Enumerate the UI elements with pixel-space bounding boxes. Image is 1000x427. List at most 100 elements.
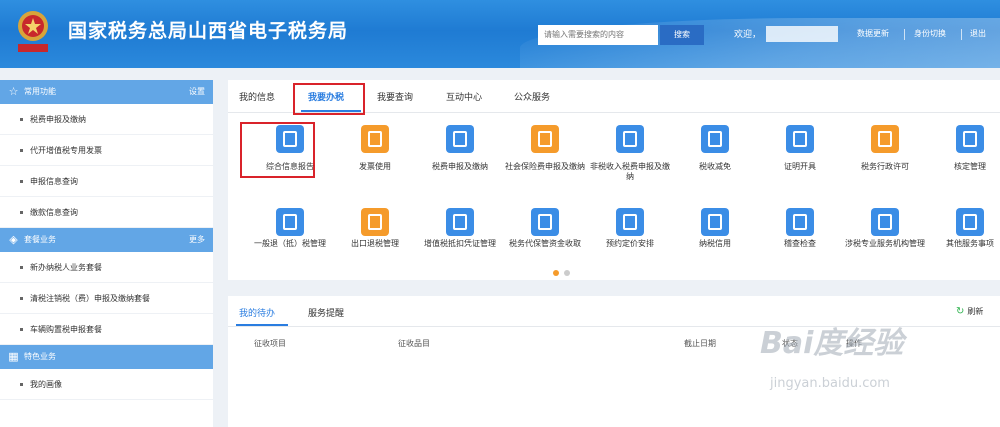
sidebar-section-title: 特色业务: [24, 352, 56, 361]
service-label[interactable]: 税收减免: [672, 162, 758, 172]
icon-glyph: [623, 131, 637, 147]
icon-glyph: [538, 131, 552, 147]
sidebar-section-common: ☆ 常用功能 设置: [0, 80, 213, 104]
icon-glyph: [368, 131, 382, 147]
icon-glyph: [453, 214, 467, 230]
pie-icon[interactable]: [956, 125, 984, 153]
service-label[interactable]: 税务代保管资金收取: [502, 239, 588, 249]
sidebar-section-title: 套餐业务: [24, 235, 56, 244]
service-label[interactable]: 非税收入税费申报及缴纳: [587, 162, 673, 182]
id-card-icon[interactable]: [616, 208, 644, 236]
service-label[interactable]: 税务行政许可: [842, 162, 928, 172]
calendar-icon[interactable]: [531, 125, 559, 153]
sidebar-item-vehicle-tax[interactable]: 车辆购置税申报套餐: [0, 314, 213, 345]
sidebar-item-payment-query[interactable]: 缴款信息查询: [0, 197, 213, 228]
sidebar-item-new-taxpayer[interactable]: 新办纳税人业务套餐: [0, 252, 213, 283]
list-icon[interactable]: [786, 208, 814, 236]
window-icon[interactable]: [616, 125, 644, 153]
search-doc-icon[interactable]: [956, 208, 984, 236]
column-header: 征收项目: [254, 339, 286, 348]
switch-identity-link[interactable]: 身份切换: [914, 28, 946, 39]
site-header: 国家税务总局山西省电子税务局 搜索 欢迎， 数据更新 身份切换 退出: [0, 0, 1000, 68]
sidebar-item-label: 缴款信息查询: [30, 208, 78, 217]
briefcase-icon[interactable]: [871, 208, 899, 236]
bullet-icon: [20, 118, 23, 121]
sidebar-item-label: 税费申报及缴纳: [30, 115, 86, 124]
icon-glyph: [283, 131, 297, 147]
bullet-icon: [20, 297, 23, 300]
carousel-pager: [553, 269, 575, 279]
watermark-logo-text: Bai度经验: [760, 326, 904, 361]
refresh-button[interactable]: ↻ 刷新: [956, 306, 983, 317]
tab-my-info[interactable]: 我的信息: [239, 90, 275, 103]
pager-dot-active[interactable]: [553, 270, 559, 276]
sidebar-item-vat-invoice[interactable]: 代开增值税专用发票: [0, 135, 213, 166]
more-link[interactable]: 更多: [189, 228, 205, 252]
clipboard-icon[interactable]: [276, 125, 304, 153]
icon-glyph: [623, 214, 637, 230]
service-label[interactable]: 出口退税管理: [332, 239, 418, 249]
sidebar-item-tax-declare-pay[interactable]: 税费申报及缴纳: [0, 104, 213, 135]
doc-icon[interactable]: [276, 208, 304, 236]
sidebar-item-label: 车辆购置税申报套餐: [30, 325, 102, 334]
grid-icon: ▦: [8, 350, 19, 363]
tab-public-service[interactable]: 公众服务: [514, 90, 550, 103]
service-label[interactable]: 社会保险费申报及缴纳: [502, 162, 588, 172]
invoice-icon[interactable]: [361, 125, 389, 153]
icon-glyph: [793, 131, 807, 147]
header-divider: [904, 29, 905, 40]
icon-glyph: [708, 131, 722, 147]
logout-link[interactable]: 退出: [970, 28, 986, 39]
redacted-username: [766, 26, 838, 42]
icon-glyph: [793, 214, 807, 230]
sidebar-item-my-profile[interactable]: 我的画像: [0, 369, 213, 400]
service-label[interactable]: 预约定价安排: [587, 239, 673, 249]
shield-icon[interactable]: [871, 125, 899, 153]
gear-icon[interactable]: [361, 208, 389, 236]
sidebar-item-label: 代开增值税专用发票: [30, 146, 102, 155]
copy-icon[interactable]: [701, 125, 729, 153]
service-label[interactable]: 涉税专业服务机构管理: [842, 239, 928, 249]
edit-icon[interactable]: [786, 125, 814, 153]
service-label[interactable]: 核定管理: [927, 162, 1000, 172]
service-label[interactable]: 稽查检查: [757, 239, 843, 249]
icon-glyph: [538, 214, 552, 230]
service-label[interactable]: 纳税信用: [672, 239, 758, 249]
service-label[interactable]: 税费申报及缴纳: [417, 162, 503, 172]
icon-glyph: [878, 131, 892, 147]
tab-interaction[interactable]: 互动中心: [446, 90, 482, 103]
sidebar-item-declare-query[interactable]: 申报信息查询: [0, 166, 213, 197]
service-label[interactable]: 发票使用: [332, 162, 418, 172]
tab-my-todo[interactable]: 我的待办: [239, 306, 275, 319]
sidebar-item-label: 新办纳税人业务套餐: [30, 263, 102, 272]
bullet-icon: [20, 266, 23, 269]
layers-icon: ◈: [9, 233, 18, 246]
service-label[interactable]: 证明开具: [757, 162, 843, 172]
sidebar-item-label: 申报信息查询: [30, 177, 78, 186]
service-label[interactable]: 一般退（抵）税管理: [247, 239, 333, 249]
tab-query[interactable]: 我要查询: [377, 90, 413, 103]
service-panel: 我的信息 我要办税 我要查询 互动中心 公众服务 综合信息报告 发票使用 税费申报及…: [228, 80, 1000, 280]
settings-link[interactable]: 设置: [189, 80, 205, 104]
sidebar-item-label: 我的画像: [30, 380, 62, 389]
watermark-url: jingyan.baidu.com: [770, 376, 890, 391]
bullet-icon: [20, 211, 23, 214]
wallet-icon[interactable]: [531, 208, 559, 236]
sidebar-item-deregistration[interactable]: 清税注销税（费）申报及缴纳套餐: [0, 283, 213, 314]
yen-doc-icon[interactable]: [446, 208, 474, 236]
check-icon[interactable]: [701, 208, 729, 236]
icon-glyph: [453, 131, 467, 147]
bullet-icon: [20, 328, 23, 331]
search-input[interactable]: [538, 25, 658, 45]
bullet-icon: [20, 149, 23, 152]
pager-dot[interactable]: [564, 270, 570, 276]
card-icon[interactable]: [446, 125, 474, 153]
sidebar-section-packages: ◈ 套餐业务 更多: [0, 228, 213, 252]
icon-glyph: [708, 214, 722, 230]
tab-service-reminder[interactable]: 服务提醒: [308, 306, 344, 319]
service-label[interactable]: 增值税抵扣凭证管理: [417, 239, 503, 249]
data-update-link[interactable]: 数据更新: [857, 28, 889, 39]
search-button[interactable]: 搜索: [660, 25, 704, 45]
service-label[interactable]: 综合信息报告: [247, 162, 333, 172]
service-label[interactable]: 其他服务事项: [927, 239, 1000, 249]
